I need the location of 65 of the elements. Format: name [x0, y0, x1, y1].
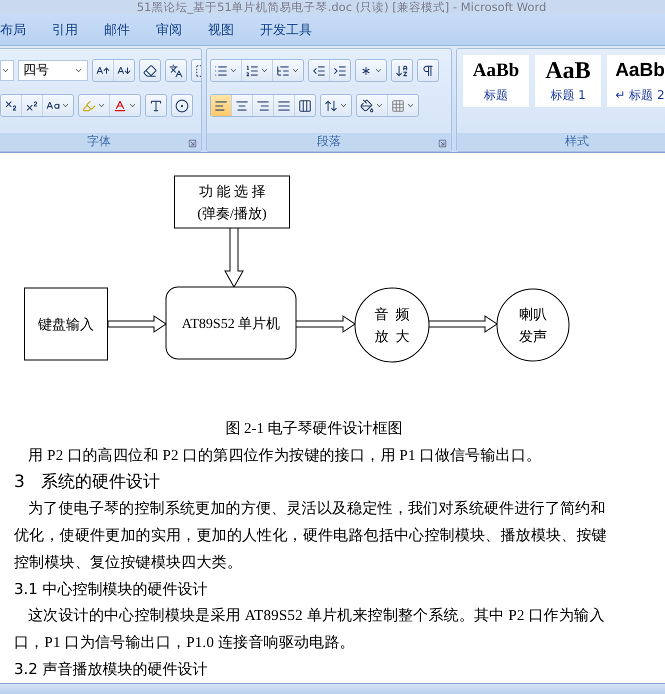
caret-icon: [291, 66, 300, 75]
border-grid-icon: [391, 98, 405, 112]
style-gallery-item[interactable]: AaB 标题 1: [535, 55, 601, 107]
caret-icon: [406, 101, 415, 110]
style-gallery-item[interactable]: AaBb 标题: [463, 55, 529, 107]
arrow: [108, 315, 167, 333]
circle-node: 音 频 放 大: [354, 287, 430, 362]
caret-icon: [61, 101, 70, 110]
section-heading: 3 系统的硬件设计: [14, 471, 162, 494]
numbered-list-icon: [245, 64, 259, 78]
caret-icon: [260, 66, 269, 75]
caret-icon: [229, 66, 238, 75]
ribbon-tab[interactable]: 视图: [208, 20, 234, 38]
group-label: 样式: [565, 133, 589, 150]
caret-icon: [74, 66, 83, 75]
caret-icon: [97, 101, 106, 110]
font-size-field[interactable]: 四号: [18, 60, 88, 81]
ribbon-tab[interactable]: 开发工具: [260, 20, 312, 38]
align-right-icon: [256, 98, 270, 112]
outdent-icon: [312, 64, 326, 78]
caret-icon: [374, 66, 383, 75]
style-gallery-item[interactable]: AaBb ↵ 标题 2: [607, 55, 665, 107]
figure-caption: 图 2-1 电子琴硬件设计框图: [224, 420, 404, 439]
ribbon-tab[interactable]: 审阅: [156, 20, 182, 38]
justify-icon: [277, 98, 291, 112]
caret-icon: [339, 101, 348, 110]
highlighter-icon: [82, 98, 96, 112]
launcher-icon: [438, 138, 447, 148]
circle-node: 喇叭 发声: [496, 288, 570, 362]
arrow: [224, 227, 244, 288]
caret-icon: [1, 66, 10, 75]
window-title: 51黑论坛_基于51单片机简易电子琴.doc (只读) [兼容模式] - Microsoft Word: [136, 1, 546, 14]
group-label: 段落: [317, 133, 341, 150]
arrow: [428, 315, 498, 333]
body-paragraph: 用 P2 口的高四位和 P2 口的第四位作为按键的接口，用 P1 口做信号输出口。: [27, 446, 542, 466]
caret-icon: [128, 101, 137, 110]
box-node: AT89S52 单片机: [166, 286, 296, 360]
line-spacing-icon: [324, 98, 338, 112]
ribbon-tab[interactable]: 邮件: [104, 20, 130, 38]
align-button[interactable]: [211, 95, 232, 116]
ribbon-tab[interactable]: 引用: [52, 20, 78, 38]
launcher-icon: [188, 138, 197, 148]
paint-bucket-icon: [360, 98, 374, 112]
eraser-icon: [143, 64, 157, 78]
arrow: [296, 315, 356, 333]
subsection-heading: 3.1 中心控制模块的硬件设计: [14, 579, 209, 600]
align-center-icon: [235, 98, 249, 112]
font-color-icon: [113, 98, 127, 112]
pilcrow-icon: [421, 64, 435, 78]
indent-icon: [333, 64, 347, 78]
phonetic-icon: [169, 64, 183, 78]
group-label: 字体: [87, 133, 111, 150]
box-node: 键盘输入: [24, 287, 108, 360]
superscript-icon: [25, 98, 39, 112]
subscript-icon: [4, 98, 18, 112]
sort-icon: [395, 64, 409, 78]
font-name-field[interactable]: [0, 60, 14, 81]
body-paragraph: 为了使电子琴的控制系统更加的方便、灵活以及稳定性，我们对系统硬件进行了简约和优化，使硬件更加的实用，更加的人性化，硬件电路包括中心控制模块、播放模块、按键控制模块、复位按键模块四大类。: [14, 499, 608, 572]
body-paragraph: 这次设计的中心控制模块是采用 AT89S52 单片机来控制整个系统。其中 P2 口作为输入口，P1 口为信号输出口，P1.0 连接音响驱动电路。: [14, 606, 606, 653]
box-node: 功 能 选 择 (弹奏/播放): [174, 175, 290, 228]
ribbon-tab[interactable]: 布局: [0, 20, 26, 38]
subsection-heading: 3.2 声音播放模块的硬件设计: [14, 659, 209, 680]
caret-icon: [375, 101, 384, 110]
multilevel-list-icon: [276, 64, 290, 78]
align-left-icon: [214, 98, 228, 112]
